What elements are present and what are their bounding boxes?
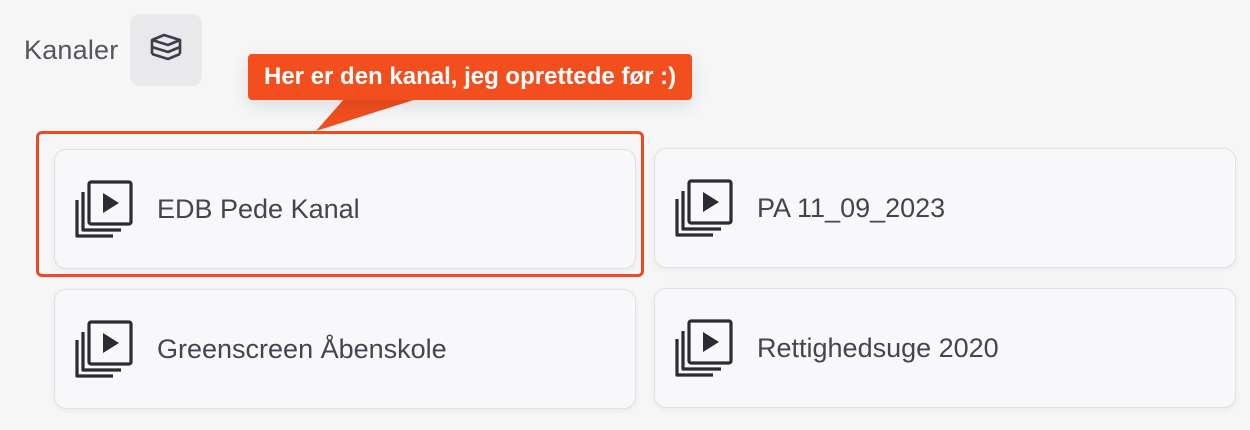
- video-playlist-icon: [75, 178, 137, 240]
- stacked-layers-icon: [151, 33, 182, 61]
- channel-card[interactable]: EDB Pede Kanal: [54, 149, 636, 269]
- video-playlist-icon: [675, 177, 737, 239]
- channel-card[interactable]: Greenscreen Åbenskole: [54, 289, 636, 409]
- channels-page: Kanaler Her er den kanal, jeg oprettede …: [0, 0, 1250, 430]
- page-title: Kanaler: [24, 34, 119, 65]
- annotation-text: Her er den kanal, jeg oprettede før :): [264, 63, 677, 90]
- channel-name: EDB Pede Kanal: [157, 193, 360, 224]
- channel-name: Rettighedsuge 2020: [757, 332, 999, 363]
- channel-card[interactable]: Rettighedsuge 2020: [654, 288, 1236, 408]
- layers-button[interactable]: [130, 14, 203, 86]
- channels-header: Kanaler: [24, 14, 203, 86]
- video-playlist-icon: [675, 317, 737, 379]
- channel-name: Greenscreen Åbenskole: [157, 333, 447, 364]
- channel-card[interactable]: PA 11_09_2023: [654, 148, 1236, 268]
- video-playlist-icon: [75, 318, 137, 380]
- annotation-callout: Her er den kanal, jeg oprettede før :): [248, 54, 693, 100]
- channel-name: PA 11_09_2023: [757, 192, 946, 223]
